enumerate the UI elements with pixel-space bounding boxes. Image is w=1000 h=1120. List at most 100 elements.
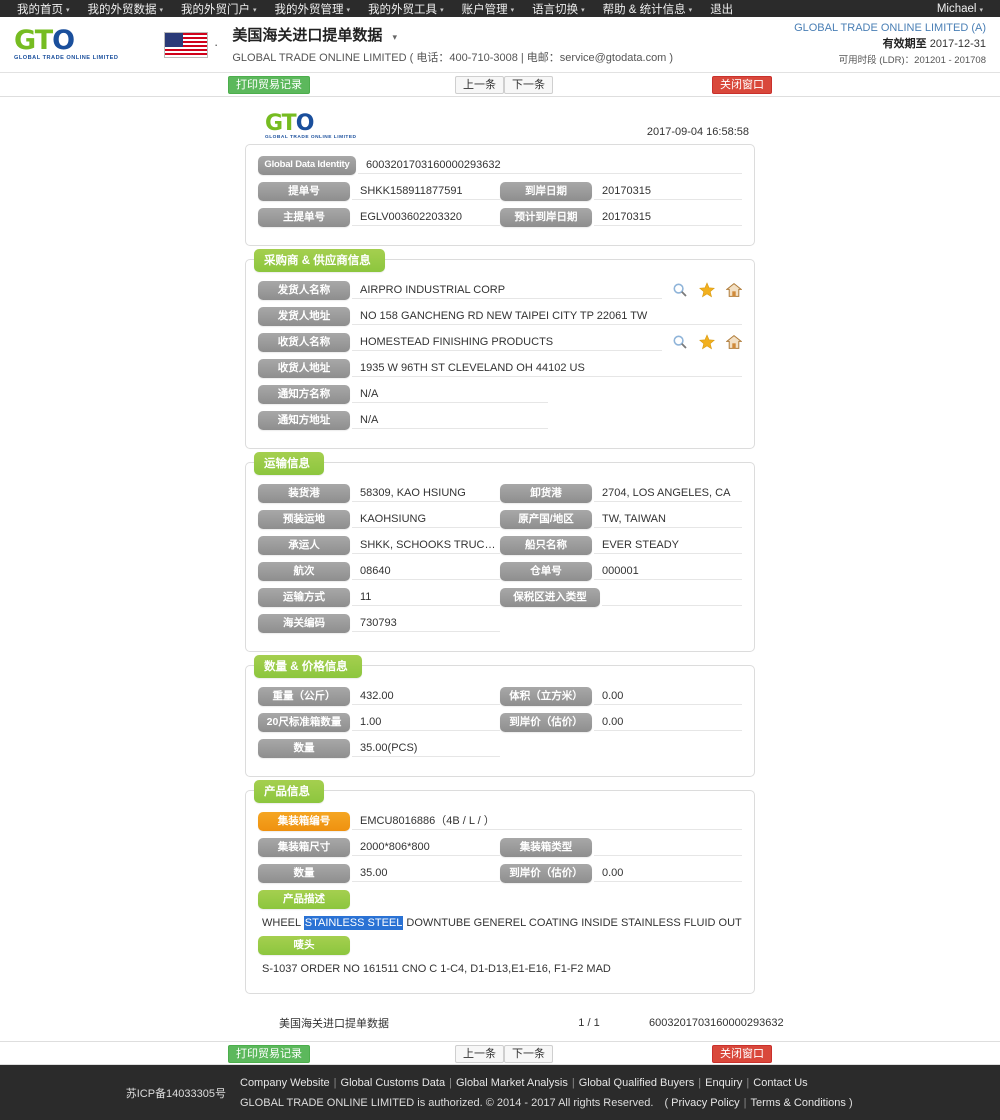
product-cif-field: 到岸价（估价） 0.00 <box>500 863 742 883</box>
footer-copyright-row: GLOBAL TRADE ONLINE LIMITED is authorize… <box>240 1093 1000 1113</box>
product-qty-value: 35.00 <box>352 865 500 882</box>
bonded-entry-type-field: 保税区进入类型 <box>500 587 742 607</box>
qty-value: 35.00(PCS) <box>352 740 500 757</box>
close-window-button-bottom[interactable]: 关闭窗口 <box>712 1045 772 1063</box>
chevron-down-icon: ▾ <box>253 6 257 14</box>
nav-item-language-switch[interactable]: 语言切换 ▾ <box>523 1 594 17</box>
warehouse-no-label: 仓单号 <box>500 561 592 581</box>
notify-name-label: 通知方名称 <box>258 384 350 404</box>
volume-value: 0.00 <box>594 688 742 705</box>
carrier-label: 承运人 <box>258 535 350 555</box>
parties-card: 采购商 & 供应商信息 发货人名称 AIRPRO INDUSTRIAL CORP… <box>245 249 755 449</box>
logo-mark: GTO <box>265 111 357 136</box>
sheet-footer-identity: 6003201703160000293632 <box>649 1017 784 1029</box>
footer-link-global-customs-data[interactable]: Global Customs Data <box>341 1077 446 1089</box>
notify-address-label: 通知方地址 <box>258 410 350 430</box>
footer-link-privacy-policy[interactable]: Privacy Policy <box>671 1097 739 1109</box>
nav-item-logout[interactable]: 退出 <box>701 1 742 17</box>
sheet-footer-page: 1 / 1 <box>578 1017 600 1029</box>
bill-no-field: 提单号 SHKK158911877591 <box>258 181 500 201</box>
print-trade-record-button[interactable]: 打印贸易记录 <box>228 76 310 94</box>
print-trade-record-button-bottom[interactable]: 打印贸易记录 <box>228 1045 310 1063</box>
star-icon[interactable] <box>699 282 715 298</box>
footer-link-enquiry[interactable]: Enquiry <box>705 1077 742 1089</box>
site-logo[interactable]: GTO GLOBAL TRADE ONLINE LIMITED <box>14 25 124 61</box>
weight-field: 重量（公斤） 432.00 <box>258 686 500 706</box>
global-data-identity-label: Global Data Identity <box>258 155 356 175</box>
consignee-address-label: 收货人地址 <box>258 358 350 378</box>
weight-label: 重量（公斤） <box>258 686 350 706</box>
shipper-action-icons <box>662 282 742 298</box>
sheet-footer-name: 美国海关进口提单数据 <box>279 1018 389 1030</box>
star-icon[interactable] <box>699 334 715 350</box>
shipper-address-value: NO 158 GANCHENG RD NEW TAIPEI CITY TP 22… <box>352 308 742 325</box>
vessel-name-label: 船只名称 <box>500 535 592 555</box>
qty-field: 数量 35.00(PCS) <box>258 738 500 758</box>
carrier-value: SHKK, SCHOOKS TRUCKING <box>352 537 500 554</box>
chevron-down-icon[interactable]: ▾ <box>393 32 398 42</box>
footer-link-terms-conditions[interactable]: Terms & Conditions <box>751 1097 846 1109</box>
identity-field: Global Data Identity 6003201703160000293… <box>258 155 742 175</box>
previous-record-button[interactable]: 上一条 <box>455 76 504 94</box>
product-card: 产品信息 集装箱编号 EMCU8016886（4B / L / ） 集装箱尺寸 … <box>245 780 755 994</box>
footer-link-contact-us[interactable]: Contact Us <box>753 1077 807 1089</box>
header-separator-dot: · <box>214 37 219 52</box>
discharge-port-label: 卸货港 <box>500 483 592 503</box>
shipper-address-label: 发货人地址 <box>258 306 350 326</box>
master-bill-no-label: 主提单号 <box>258 207 350 227</box>
home-icon[interactable] <box>726 282 742 298</box>
master-bill-no-value: EGLV003602203320 <box>352 209 500 226</box>
nav-item-home[interactable]: 我的首页 ▾ <box>8 1 79 17</box>
container-type-value <box>594 839 742 856</box>
origin-country-label: 原产国/地区 <box>500 509 592 529</box>
product-qty-field: 数量 35.00 <box>258 863 500 883</box>
nav-item-trade-data[interactable]: 我的外贸数据 ▾ <box>79 1 173 17</box>
nav-item-account-management[interactable]: 账户管理 ▾ <box>453 1 524 17</box>
consignee-address-row: 收货人地址 1935 W 96TH ST CLEVELAND OH 44102 … <box>258 358 742 378</box>
nav-item-label: 我的首页 <box>17 3 63 16</box>
logo-letter-t: T <box>34 25 53 56</box>
footer-link-global-market-analysis[interactable]: Global Market Analysis <box>456 1077 568 1089</box>
link-separator: | <box>449 1076 452 1089</box>
discharge-port-field: 卸货港 2704, LOS ANGELES, CA <box>500 483 742 503</box>
logo-letter-g: G <box>265 111 283 136</box>
ldr-label: 可用时段 (LDR)： <box>838 55 915 66</box>
transport-row-2: 预装运地 KAOHSIUNG 原产国/地区 TW, TAIWAN <box>258 509 742 529</box>
search-icon[interactable] <box>672 282 688 298</box>
previous-record-button-bottom[interactable]: 上一条 <box>455 1045 504 1063</box>
warehouse-no-field: 仓单号 000001 <box>500 561 742 581</box>
account-ldr: 可用时段 (LDR)：201201 - 201708 <box>794 52 986 69</box>
user-menu[interactable]: Michael ▾ <box>928 3 992 15</box>
quantity-row-1: 重量（公斤） 432.00 体积（立方米） 0.00 <box>258 686 742 706</box>
product-description-highlight: STAINLESS STEEL <box>303 916 404 930</box>
chevron-down-icon: ▾ <box>510 6 515 14</box>
nav-item-label: 帮助 & 统计信息 <box>602 3 686 16</box>
sheet-header: GTO GLOBAL TRADE ONLINE LIMITED 2017-09-… <box>245 107 755 144</box>
next-record-button-bottom[interactable]: 下一条 <box>504 1045 553 1063</box>
icp-license-number: 苏ICP备14033305号 <box>125 1087 226 1100</box>
nav-item-trade-tools[interactable]: 我的外贸工具 ▾ <box>359 1 453 17</box>
est-arrival-date-value: 20170315 <box>594 209 742 226</box>
next-record-button[interactable]: 下一条 <box>504 76 553 94</box>
footer-link-global-qualified-buyers[interactable]: Global Qualified Buyers <box>579 1077 695 1089</box>
nav-item-trade-portal[interactable]: 我的外贸门户 ▾ <box>172 1 266 17</box>
close-window-button[interactable]: 关闭窗口 <box>712 76 772 94</box>
top-toolbar: 打印贸易记录 上一条 下一条 关闭窗口 <box>0 73 1000 97</box>
footer-link-company-website[interactable]: Company Website <box>240 1077 330 1089</box>
link-separator: | <box>743 1096 747 1109</box>
search-icon[interactable] <box>672 334 688 350</box>
home-icon[interactable] <box>726 334 742 350</box>
cif-label: 到岸价（估价） <box>500 712 592 732</box>
footer-copyright-text: GLOBAL TRADE ONLINE LIMITED is authorize… <box>240 1096 669 1109</box>
origin-country-value: TW, TAIWAN <box>594 511 742 528</box>
footer-link-row: Company Website | Global Customs Data | Glob… <box>240 1073 1000 1093</box>
chevron-down-icon: ▾ <box>346 6 351 14</box>
marks-label-row: 唛头 <box>258 935 742 955</box>
nav-item-help-statistics[interactable]: 帮助 & 统计信息 ▾ <box>594 1 702 17</box>
quantity-section-title: 数量 & 价格信息 <box>254 655 362 678</box>
consignee-name-row: 收货人名称 HOMESTEAD FINISHING PRODUCTS <box>258 332 742 352</box>
nav-item-trade-management[interactable]: 我的外贸管理 ▾ <box>266 1 360 17</box>
validity-value: 2017-12-31 <box>929 38 986 50</box>
teu-field: 20尺标准箱数量 1.00 <box>258 712 500 732</box>
logo-letter-o: O <box>52 25 75 56</box>
